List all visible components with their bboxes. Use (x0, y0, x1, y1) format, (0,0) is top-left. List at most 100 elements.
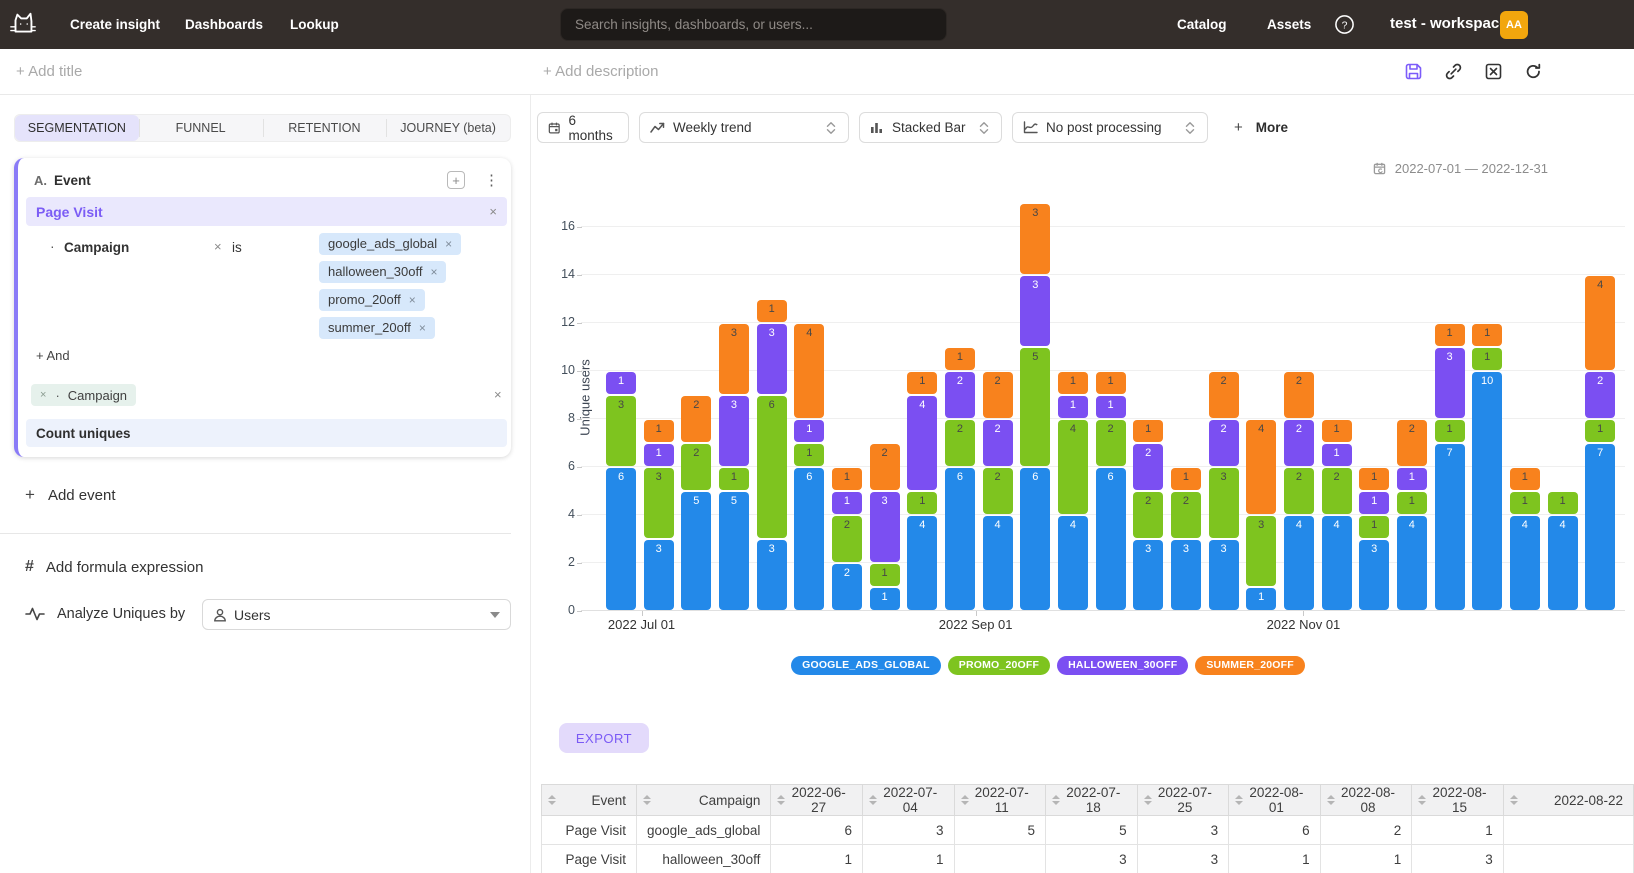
bar-segment-google_ads_global[interactable]: 4 (1058, 516, 1088, 610)
legend-item-halloween_30off[interactable]: HALLOWEEN_30OFF (1057, 656, 1188, 675)
nav-lookup[interactable]: Lookup (290, 17, 339, 32)
bar-2022-12-05[interactable]: 1011 (1472, 203, 1502, 611)
bar-segment-summer_20off[interactable]: 2 (1397, 420, 1427, 466)
measure-selector[interactable]: Count uniques (26, 419, 507, 447)
bar-segment-halloween_30off[interactable]: 1 (1058, 396, 1088, 418)
export-image-icon[interactable] (1484, 62, 1503, 81)
bar-segment-halloween_30off[interactable]: 2 (1209, 420, 1239, 466)
bar-segment-summer_20off[interactable]: 1 (1472, 324, 1502, 346)
bar-segment-google_ads_global[interactable]: 7 (1585, 444, 1615, 610)
bar-segment-summer_20off[interactable]: 3 (719, 324, 749, 394)
sort-icon[interactable] (1510, 795, 1518, 805)
bar-2022-09-05[interactable]: 4222 (983, 203, 1013, 611)
bar-segment-summer_20off[interactable]: 1 (1171, 468, 1201, 490)
bar-segment-summer_20off[interactable]: 1 (1435, 324, 1465, 346)
filter-property[interactable]: Campaign (64, 240, 129, 255)
remove-event-icon[interactable]: × (489, 204, 497, 219)
post-processing-select[interactable]: No post processing (1012, 112, 1208, 143)
bar-segment-halloween_30off[interactable]: 3 (870, 492, 900, 562)
bar-segment-promo_20off[interactable]: 1 (1435, 420, 1465, 442)
chart-type-select[interactable]: Stacked Bar (859, 112, 1002, 143)
bar-segment-summer_20off[interactable]: 2 (1284, 372, 1314, 418)
nav-dashboards[interactable]: Dashboards (185, 17, 263, 32)
bar-2022-10-03[interactable]: 3221 (1133, 203, 1163, 611)
bar-segment-summer_20off[interactable]: 1 (757, 300, 787, 322)
bar-segment-summer_20off[interactable]: 1 (1133, 420, 1163, 442)
bar-2022-10-17[interactable]: 3322 (1209, 203, 1239, 611)
bar-2022-07-11[interactable]: 522 (681, 203, 711, 611)
bar-segment-promo_20off[interactable]: 1 (870, 564, 900, 586)
bar-segment-google_ads_global[interactable]: 6 (1020, 468, 1050, 610)
bar-segment-halloween_30off[interactable]: 2 (1284, 420, 1314, 466)
bar-2022-06-27[interactable]: 631 (606, 203, 636, 611)
bar-segment-promo_20off[interactable]: 6 (757, 396, 787, 538)
nav-catalog[interactable]: Catalog (1177, 17, 1227, 32)
remove-tag-icon[interactable]: × (419, 321, 426, 335)
bar-2022-09-26[interactable]: 6211 (1096, 203, 1126, 611)
bar-segment-promo_20off[interactable]: 2 (983, 468, 1013, 514)
bar-segment-google_ads_global[interactable]: 6 (945, 468, 975, 610)
bar-segment-summer_20off[interactable]: 1 (1359, 468, 1389, 490)
bar-segment-summer_20off[interactable]: 2 (681, 396, 711, 442)
bar-segment-google_ads_global[interactable]: 4 (1510, 516, 1540, 610)
bar-2022-08-29[interactable]: 6221 (945, 203, 975, 611)
bar-segment-summer_20off[interactable]: 1 (1058, 372, 1088, 394)
bar-segment-promo_20off[interactable]: 2 (681, 444, 711, 490)
bar-segment-halloween_30off[interactable]: 3 (1435, 348, 1465, 418)
bar-segment-summer_20off[interactable]: 1 (907, 372, 937, 394)
bar-segment-summer_20off[interactable]: 2 (983, 372, 1013, 418)
bar-2022-11-14[interactable]: 3111 (1359, 203, 1389, 611)
clear-breakdown-icon[interactable]: × (494, 387, 502, 402)
remove-tag-icon[interactable]: × (445, 237, 452, 251)
bar-segment-summer_20off[interactable]: 4 (1585, 276, 1615, 370)
workspace-name[interactable]: test - workspace (1390, 15, 1508, 32)
bar-2022-09-12[interactable]: 6533 (1020, 203, 1050, 611)
add-description-field[interactable]: + Add description (543, 63, 659, 80)
bar-segment-promo_20off[interactable]: 2 (1133, 492, 1163, 538)
sort-icon[interactable] (548, 795, 556, 805)
remove-tag-icon[interactable]: × (409, 293, 416, 307)
bar-segment-promo_20off[interactable]: 1 (1472, 348, 1502, 370)
bar-segment-halloween_30off[interactable]: 1 (1096, 396, 1126, 418)
bar-segment-halloween_30off[interactable]: 3 (1020, 276, 1050, 346)
bar-segment-promo_20off[interactable]: 3 (606, 396, 636, 466)
bar-segment-google_ads_global[interactable]: 1 (1246, 588, 1276, 610)
bar-segment-summer_20off[interactable]: 1 (945, 348, 975, 370)
event-selector[interactable]: Page Visit × (26, 197, 507, 226)
bar-segment-promo_20off[interactable]: 5 (1020, 348, 1050, 466)
add-filter-icon[interactable]: + (447, 171, 465, 189)
remove-filter-icon[interactable]: × (214, 239, 222, 254)
tab-segmentation[interactable]: SEGMENTATION (15, 115, 139, 141)
bar-segment-summer_20off[interactable]: 4 (794, 324, 824, 418)
bar-segment-promo_20off[interactable]: 3 (1209, 468, 1239, 538)
bar-segment-summer_20off[interactable]: 3 (1020, 204, 1050, 274)
add-and-condition[interactable]: + And (36, 348, 70, 363)
bar-2022-10-10[interactable]: 321 (1171, 203, 1201, 611)
analyze-by-select[interactable]: Users (202, 599, 511, 630)
bar-segment-summer_20off[interactable]: 2 (870, 444, 900, 490)
sort-icon[interactable] (1327, 795, 1335, 805)
bar-segment-promo_20off[interactable]: 1 (1585, 420, 1615, 442)
tab-journey-beta-[interactable]: JOURNEY (beta) (386, 115, 510, 141)
bar-segment-promo_20off[interactable]: 3 (1246, 516, 1276, 586)
sort-icon[interactable] (1144, 795, 1152, 805)
search-input[interactable] (560, 8, 947, 41)
bar-segment-google_ads_global[interactable]: 3 (1359, 540, 1389, 610)
bar-segment-halloween_30off[interactable]: 1 (794, 420, 824, 442)
legend-item-summer_20off[interactable]: SUMMER_20OFF (1195, 656, 1305, 675)
sort-icon[interactable] (869, 795, 877, 805)
bar-2022-09-19[interactable]: 4411 (1058, 203, 1088, 611)
bar-2022-07-25[interactable]: 3631 (757, 203, 787, 611)
bar-segment-promo_20off[interactable]: 2 (1171, 492, 1201, 538)
breakdown-chip[interactable]: × · Campaign (31, 384, 136, 406)
bar-2022-10-31[interactable]: 4222 (1284, 203, 1314, 611)
sort-icon[interactable] (1235, 795, 1243, 805)
bar-segment-promo_20off[interactable]: 2 (1096, 420, 1126, 466)
bar-2022-08-15[interactable]: 1132 (870, 203, 900, 611)
nav-create-insight[interactable]: Create insight (70, 17, 160, 32)
bar-segment-halloween_30off[interactable]: 2 (1133, 444, 1163, 490)
bar-segment-promo_20off[interactable]: 1 (907, 492, 937, 514)
bar-2022-08-08[interactable]: 2211 (832, 203, 862, 611)
sort-icon[interactable] (1052, 795, 1060, 805)
bar-segment-google_ads_global[interactable]: 10 (1472, 372, 1502, 610)
